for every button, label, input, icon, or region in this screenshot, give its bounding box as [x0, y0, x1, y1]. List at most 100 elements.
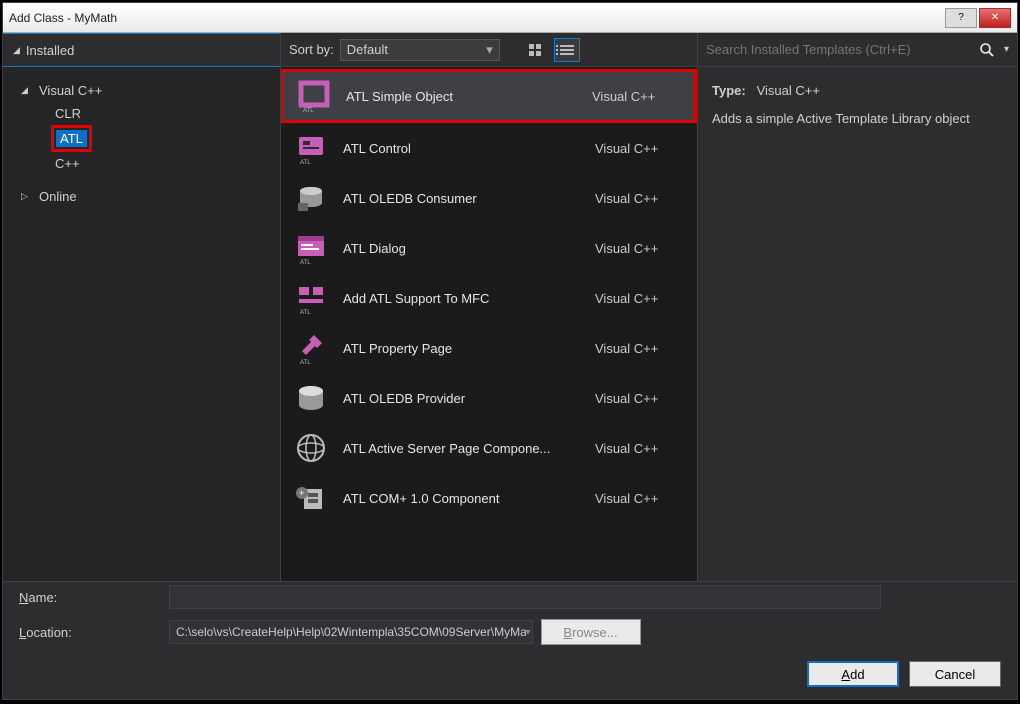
button-row: Add Cancel	[19, 661, 1001, 687]
search-row: ▾	[698, 33, 1017, 67]
close-button[interactable]: ✕	[979, 8, 1011, 28]
template-item-atl-oledb-consumer[interactable]: ATL OLEDB Consumer Visual C++	[281, 173, 697, 223]
dialog-icon: ATL	[293, 230, 329, 266]
template-name: ATL Property Page	[343, 341, 581, 356]
property-page-icon: ATL	[293, 330, 329, 366]
name-label: Name:	[19, 590, 159, 605]
template-name: ATL OLEDB Consumer	[343, 191, 581, 206]
template-item-atl-dialog[interactable]: ATL ATL Dialog Visual C++	[281, 223, 697, 273]
atl-support-icon: ATL	[293, 280, 329, 316]
info-description: Adds a simple Active Template Library ob…	[712, 109, 1003, 129]
titlebar: Add Class - MyMath ? ✕	[3, 3, 1017, 33]
sidebar: ◢ Installed ◢ Visual C++ CLR ATL	[3, 33, 281, 581]
sidebar-tab-installed[interactable]: ◢ Installed	[3, 33, 280, 67]
atl-object-icon: ATL	[296, 78, 332, 114]
tree-item-cpp[interactable]: C++	[51, 152, 280, 175]
template-item-atl-simple-object[interactable]: ATL ATL Simple Object Visual C++	[281, 69, 697, 123]
globe-icon	[293, 430, 329, 466]
location-input[interactable]	[169, 620, 533, 644]
svg-text:ATL: ATL	[300, 310, 311, 315]
template-name: ATL Active Server Page Compone...	[343, 441, 581, 456]
type-value: Visual C++	[757, 83, 820, 98]
template-lang: Visual C++	[595, 391, 685, 406]
svg-text:ATL: ATL	[303, 108, 314, 113]
view-grid-button[interactable]	[522, 38, 548, 62]
annotation-highlight-atl-tree: ATL	[51, 125, 92, 152]
template-item-add-atl-support-mfc[interactable]: ATL Add ATL Support To MFC Visual C++	[281, 273, 697, 323]
installed-label: Installed	[26, 43, 74, 58]
template-item-atl-control[interactable]: ATL ATL Control Visual C++	[281, 123, 697, 173]
info-type-row: Type: Visual C++	[712, 81, 1003, 101]
template-lang: Visual C++	[595, 241, 685, 256]
template-name: Add ATL Support To MFC	[343, 291, 581, 306]
category-tree: ◢ Visual C++ CLR ATL C++	[3, 67, 280, 208]
location-row: Location: ▾ Browse...	[19, 619, 1001, 645]
template-item-atl-oledb-provider[interactable]: ATL OLEDB Provider Visual C++	[281, 373, 697, 423]
database-provider-icon	[293, 380, 329, 416]
collapse-icon: ◢	[13, 45, 20, 56]
tree-label: C++	[51, 155, 84, 172]
name-row: Name:	[19, 585, 1001, 609]
template-lang: Visual C++	[595, 291, 685, 306]
content-area: ◢ Installed ◢ Visual C++ CLR ATL	[3, 33, 1017, 581]
help-icon: ?	[958, 12, 964, 23]
list-toolbar: Sort by: Default	[281, 33, 697, 67]
tree-label: ATL	[56, 130, 87, 147]
location-label: Location:	[19, 625, 159, 640]
browse-button[interactable]: Browse...	[541, 619, 641, 645]
tree-item-visualcpp[interactable]: ◢ Visual C++	[21, 79, 280, 102]
complus-icon: +	[293, 480, 329, 516]
database-icon	[293, 180, 329, 216]
template-name: ATL Dialog	[343, 241, 581, 256]
template-lang: Visual C++	[595, 441, 685, 456]
template-name: ATL Simple Object	[346, 89, 578, 104]
titlebar-buttons: ? ✕	[943, 8, 1011, 28]
chevron-down-icon[interactable]: ▾	[1004, 44, 1009, 55]
svg-text:ATL: ATL	[300, 160, 311, 165]
info-body: Type: Visual C++ Adds a simple Active Te…	[698, 67, 1017, 142]
template-name: ATL OLEDB Provider	[343, 391, 581, 406]
tree-item-atl[interactable]: ATL	[56, 130, 87, 147]
template-list: ATL ATL Simple Object Visual C++ ATL ATL…	[281, 67, 697, 581]
tree-children: CLR ATL C++	[21, 102, 280, 175]
template-name: ATL Control	[343, 141, 581, 156]
window-title: Add Class - MyMath	[9, 11, 943, 25]
type-label: Type:	[712, 83, 746, 98]
sortby-select[interactable]: Default	[340, 39, 500, 61]
view-list-button[interactable]	[554, 38, 580, 62]
template-item-atl-asp-component[interactable]: ATL Active Server Page Compone... Visual…	[281, 423, 697, 473]
atl-control-icon: ATL	[293, 130, 329, 166]
grid-icon	[529, 44, 541, 56]
template-lang: Visual C++	[592, 89, 682, 104]
sortby-value: Default	[347, 42, 388, 57]
expand-icon: ▷	[21, 191, 35, 202]
list-icon	[560, 45, 574, 55]
template-panel: Sort by: Default ATL ATL Simple Obje	[281, 33, 697, 581]
tree-item-clr[interactable]: CLR	[51, 102, 280, 125]
tree-item-online[interactable]: ▷ Online	[21, 185, 280, 208]
expand-icon: ◢	[21, 85, 35, 96]
search-icon[interactable]	[976, 39, 998, 61]
bottom-form: Name: Location: ▾ Browse... Add Cancel	[3, 581, 1017, 699]
tree-label: CLR	[51, 105, 85, 122]
close-icon: ✕	[991, 12, 999, 23]
add-class-dialog: Add Class - MyMath ? ✕ ◢ Installed ◢ Vis…	[2, 2, 1018, 700]
template-name: ATL COM+ 1.0 Component	[343, 491, 581, 506]
svg-text:ATL: ATL	[300, 260, 311, 265]
sortby-label: Sort by:	[289, 42, 334, 57]
template-lang: Visual C++	[595, 191, 685, 206]
svg-text:+: +	[299, 488, 304, 498]
svg-text:ATL: ATL	[300, 360, 311, 365]
help-button[interactable]: ?	[945, 8, 977, 28]
add-button[interactable]: Add	[807, 661, 899, 687]
name-input[interactable]	[169, 585, 881, 609]
search-input[interactable]	[706, 42, 970, 57]
chevron-down-icon[interactable]: ▾	[525, 627, 530, 638]
template-lang: Visual C++	[595, 341, 685, 356]
template-item-atl-property-page[interactable]: ATL ATL Property Page Visual C++	[281, 323, 697, 373]
cancel-button[interactable]: Cancel	[909, 661, 1001, 687]
template-lang: Visual C++	[595, 141, 685, 156]
template-item-atl-complus-component[interactable]: + ATL COM+ 1.0 Component Visual C++	[281, 473, 697, 523]
info-panel: ▾ Type: Visual C++ Adds a simple Active …	[697, 33, 1017, 581]
template-lang: Visual C++	[595, 491, 685, 506]
